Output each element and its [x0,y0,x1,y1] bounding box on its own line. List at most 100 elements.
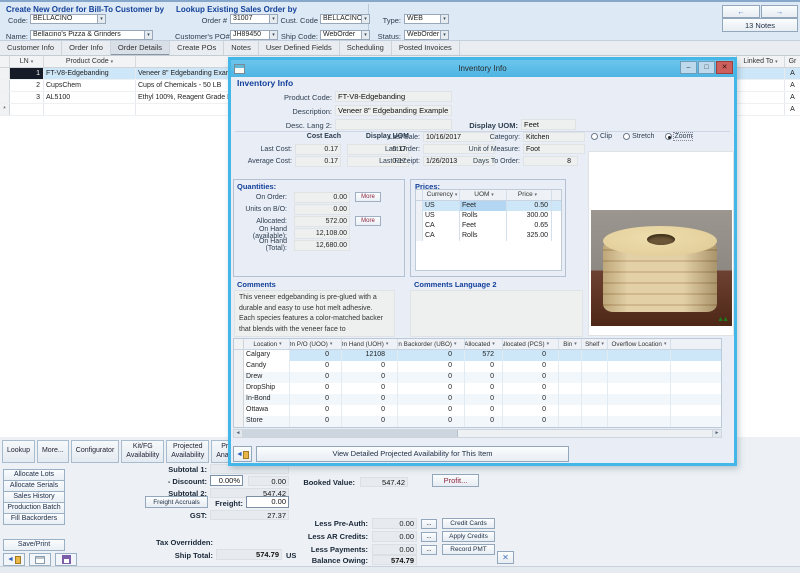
main-tab[interactable]: Order Info [62,41,111,55]
linked-to-cell[interactable] [737,92,785,103]
location-row[interactable]: In-Bond 0 0 0 0 0 [234,394,721,405]
bin-cell[interactable] [559,350,582,361]
next-record-button[interactable]: → [761,5,798,18]
record-selector[interactable] [0,68,10,79]
allocated-pcs-cell[interactable]: 0 [503,361,559,372]
bin-cell[interactable] [559,383,582,394]
chevron-down-icon[interactable]: ▾ [330,341,333,347]
bin-cell[interactable] [559,361,582,372]
location-row[interactable]: DropShip 0 0 0 0 0 [234,383,721,394]
on-backorder-cell[interactable]: 0 [398,361,465,372]
ln-column-header[interactable]: LN ▾ [10,56,44,67]
on-backorder-cell[interactable]: 0 [398,394,465,405]
uom-cell[interactable]: Feet [460,201,507,211]
view-availability-button[interactable]: View Detailed Projected Availability for… [256,446,569,462]
on-hand-column-header[interactable]: On Hand (UOH)▾ [342,339,398,349]
on-hand-cell[interactable]: 0 [342,361,398,372]
allocated-pcs-cell[interactable]: 0 [503,416,559,427]
location-cell[interactable]: Drew [244,372,290,383]
on-backorder-cell[interactable]: 0 [398,416,465,427]
line-number-cell[interactable]: 1 [10,68,44,79]
profit-button[interactable]: Profit... [432,474,479,487]
linked-to-cell[interactable] [737,68,785,79]
main-tab[interactable]: Create POs [170,41,224,55]
maximize-button[interactable]: □ [698,61,715,74]
quantity-value[interactable]: 0.00 [294,204,350,215]
overflow-location-cell[interactable] [608,394,671,405]
location-row[interactable]: Store 0 0 0 0 0 [234,416,721,427]
chevron-down-icon[interactable]: ▾ [111,59,114,65]
location-row[interactable]: Calgary 0 12108 0 572 0 [234,350,721,361]
main-tab[interactable]: User Defined Fields [259,41,340,55]
uom-cell[interactable]: Rolls [460,211,507,221]
product-code-cell[interactable]: AL5100 [44,92,136,103]
bin-cell[interactable] [559,394,582,405]
on-po-cell[interactable]: 0 [290,383,342,394]
close-order-button[interactable]: ✕ [497,551,514,564]
order-action-button[interactable]: Fill Backorders [3,513,65,525]
on-hand-cell[interactable]: 0 [342,394,398,405]
location-cell[interactable]: Candy [244,361,290,372]
uom-cell[interactable]: Feet [460,221,507,231]
on-hand-cell[interactable]: 0 [342,372,398,383]
on-backorder-column-header[interactable]: On Backorder (UBO)▾ [398,339,465,349]
location-column-header[interactable]: Location▾ [244,339,290,349]
on-backorder-cell[interactable]: 0 [398,405,465,416]
location-cell[interactable]: DropShip [244,383,290,394]
shelf-cell[interactable] [582,361,608,372]
allocated-pcs-cell[interactable]: 0 [503,350,559,361]
allocated-cell[interactable]: 0 [465,394,503,405]
line-number-cell[interactable]: 2 [10,80,44,91]
allocated-pcs-cell[interactable]: 0 [503,394,559,405]
scroll-right-icon[interactable]: ► [712,430,721,437]
tool-tab[interactable]: More... [37,440,69,463]
price-row[interactable]: US Feet 0.50 [416,201,561,211]
payment-action-button[interactable]: Apply Credits [442,531,495,542]
scrollbar-thumb[interactable] [243,430,458,437]
prev-record-button[interactable]: ← [722,5,760,18]
shelf-cell[interactable] [582,405,608,416]
main-tab[interactable]: Notes [224,41,259,55]
shelf-cell[interactable] [582,350,608,361]
currency-column-header[interactable]: Currency ▾ [423,190,460,200]
exit-button[interactable]: ◄ [3,553,25,566]
location-row[interactable]: Drew 0 0 0 0 0 [234,372,721,383]
save-button[interactable] [55,553,77,566]
allocated-cell[interactable]: 0 [465,383,503,394]
chevron-down-icon[interactable]: ▾ [547,341,550,347]
order-action-button[interactable]: Save/Print [3,539,65,551]
price-column-header[interactable]: Price ▾ [507,190,552,200]
record-selector[interactable] [234,372,244,383]
chevron-down-icon[interactable]: ▾ [269,30,278,40]
location-row[interactable]: Candy 0 0 0 0 0 [234,361,721,372]
linked-to-cell[interactable] [737,80,785,91]
main-tab[interactable]: Customer Info [0,41,62,55]
on-hand-cell[interactable]: 12108 [342,350,398,361]
bin-column-header[interactable]: Bin▾ [559,339,582,349]
price-cell[interactable]: 0.50 [507,201,552,211]
linked-to-column-header[interactable]: Linked To ▾ [737,56,785,67]
chevron-down-icon[interactable]: ▾ [279,341,282,347]
gr-cell[interactable]: A [785,80,800,91]
comments-text[interactable]: This veneer edgebanding is pre-glued wit… [234,290,395,337]
on-po-cell[interactable]: 0 [290,350,342,361]
chevron-down-icon[interactable]: ▾ [455,192,458,198]
price-row[interactable]: CA Rolls 325.00 [416,231,561,241]
image-mode-radio[interactable]: Stretch [623,133,654,140]
on-backorder-cell[interactable]: 0 [398,350,465,361]
overflow-location-cell[interactable] [608,405,671,416]
location-row[interactable]: Ottawa 0 0 0 0 0 [234,405,721,416]
overflow-location-cell[interactable] [608,416,671,427]
on-hand-cell[interactable]: 0 [342,405,398,416]
lookup-dots-button[interactable]: ... [421,545,437,555]
record-selector[interactable] [234,405,244,416]
window-button[interactable] [29,553,51,566]
cust-code-combo[interactable]: BELLACINO▾ [320,14,370,24]
chevron-down-icon[interactable]: ▾ [97,14,106,24]
shelf-cell[interactable] [582,372,608,383]
overflow-location-column-header[interactable]: Overflow Location▾ [608,339,671,349]
chevron-down-icon[interactable]: ▾ [386,341,389,347]
minimize-button[interactable]: – [680,61,697,74]
on-backorder-cell[interactable]: 0 [398,372,465,383]
chevron-down-icon[interactable]: ▾ [664,341,667,347]
